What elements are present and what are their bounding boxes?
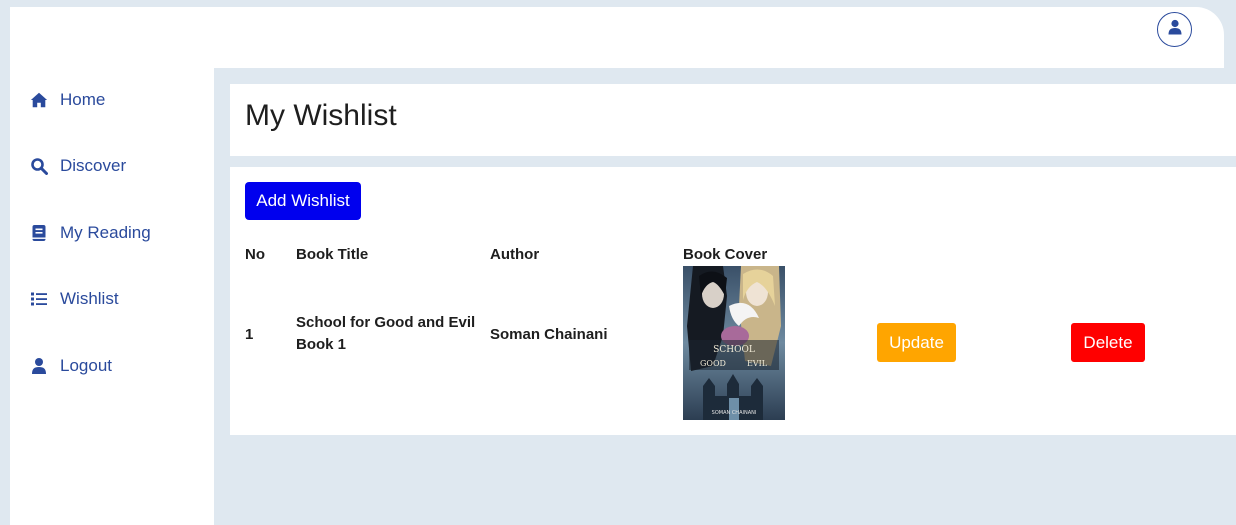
sidebar-item-home[interactable]: Home [30, 90, 105, 110]
user-circle-icon [1166, 18, 1184, 41]
wishlist-panel: Add Wishlist No Book Title Author Book C… [230, 167, 1236, 435]
sidebar-item-discover[interactable]: Discover [30, 156, 126, 176]
sidebar-item-label: Home [60, 90, 106, 109]
update-button[interactable]: Update [877, 323, 956, 362]
book-title-line-1: School for Good and Evil [296, 314, 476, 331]
cover-author: SOMAN CHAINANI [712, 410, 757, 416]
page-header: My Wishlist [230, 84, 1236, 156]
sidebar-item-label: Logout [60, 356, 112, 375]
search-icon [30, 157, 48, 175]
sidebar-item-logout[interactable]: Logout [30, 356, 112, 376]
delete-button[interactable]: Delete [1071, 323, 1145, 362]
user-icon [30, 357, 48, 375]
column-header-author: Author [490, 246, 540, 263]
sidebar-item-label: My Reading [60, 223, 151, 242]
column-header-book-cover: Book Cover [683, 246, 768, 263]
row-number: 1 [245, 326, 254, 343]
list-icon [30, 290, 48, 308]
page-title: My Wishlist [245, 99, 397, 132]
top-bar [10, 7, 1224, 68]
cover-title-word-3: EVIL [747, 359, 768, 368]
book-icon [30, 224, 48, 242]
home-icon [30, 91, 48, 109]
profile-button[interactable] [1157, 12, 1192, 47]
cover-title-word-2: GOOD [700, 359, 726, 368]
sidebar-item-label: Wishlist [60, 289, 119, 308]
column-header-book-title: Book Title [296, 246, 369, 263]
cover-title-word-1: SCHOOL [713, 345, 755, 355]
book-cover-image: SCHOOL GOOD EVIL SOMAN CHAINANI [683, 266, 785, 420]
sidebar-item-my-reading[interactable]: My Reading [30, 223, 151, 243]
sidebar-item-wishlist[interactable]: Wishlist [30, 289, 119, 309]
sidebar-item-label: Discover [60, 156, 127, 175]
book-author: Soman Chainani [490, 326, 608, 343]
add-wishlist-button[interactable]: Add Wishlist [245, 182, 361, 220]
book-title: School for Good and Evil Book 1 [296, 312, 475, 356]
sidebar: Home Discover My Reading Wishlist Logout [10, 68, 214, 525]
app-window: Home Discover My Reading Wishlist Logout… [0, 0, 1236, 525]
column-header-no: No [245, 246, 265, 263]
book-title-line-2: Book 1 [296, 336, 347, 353]
